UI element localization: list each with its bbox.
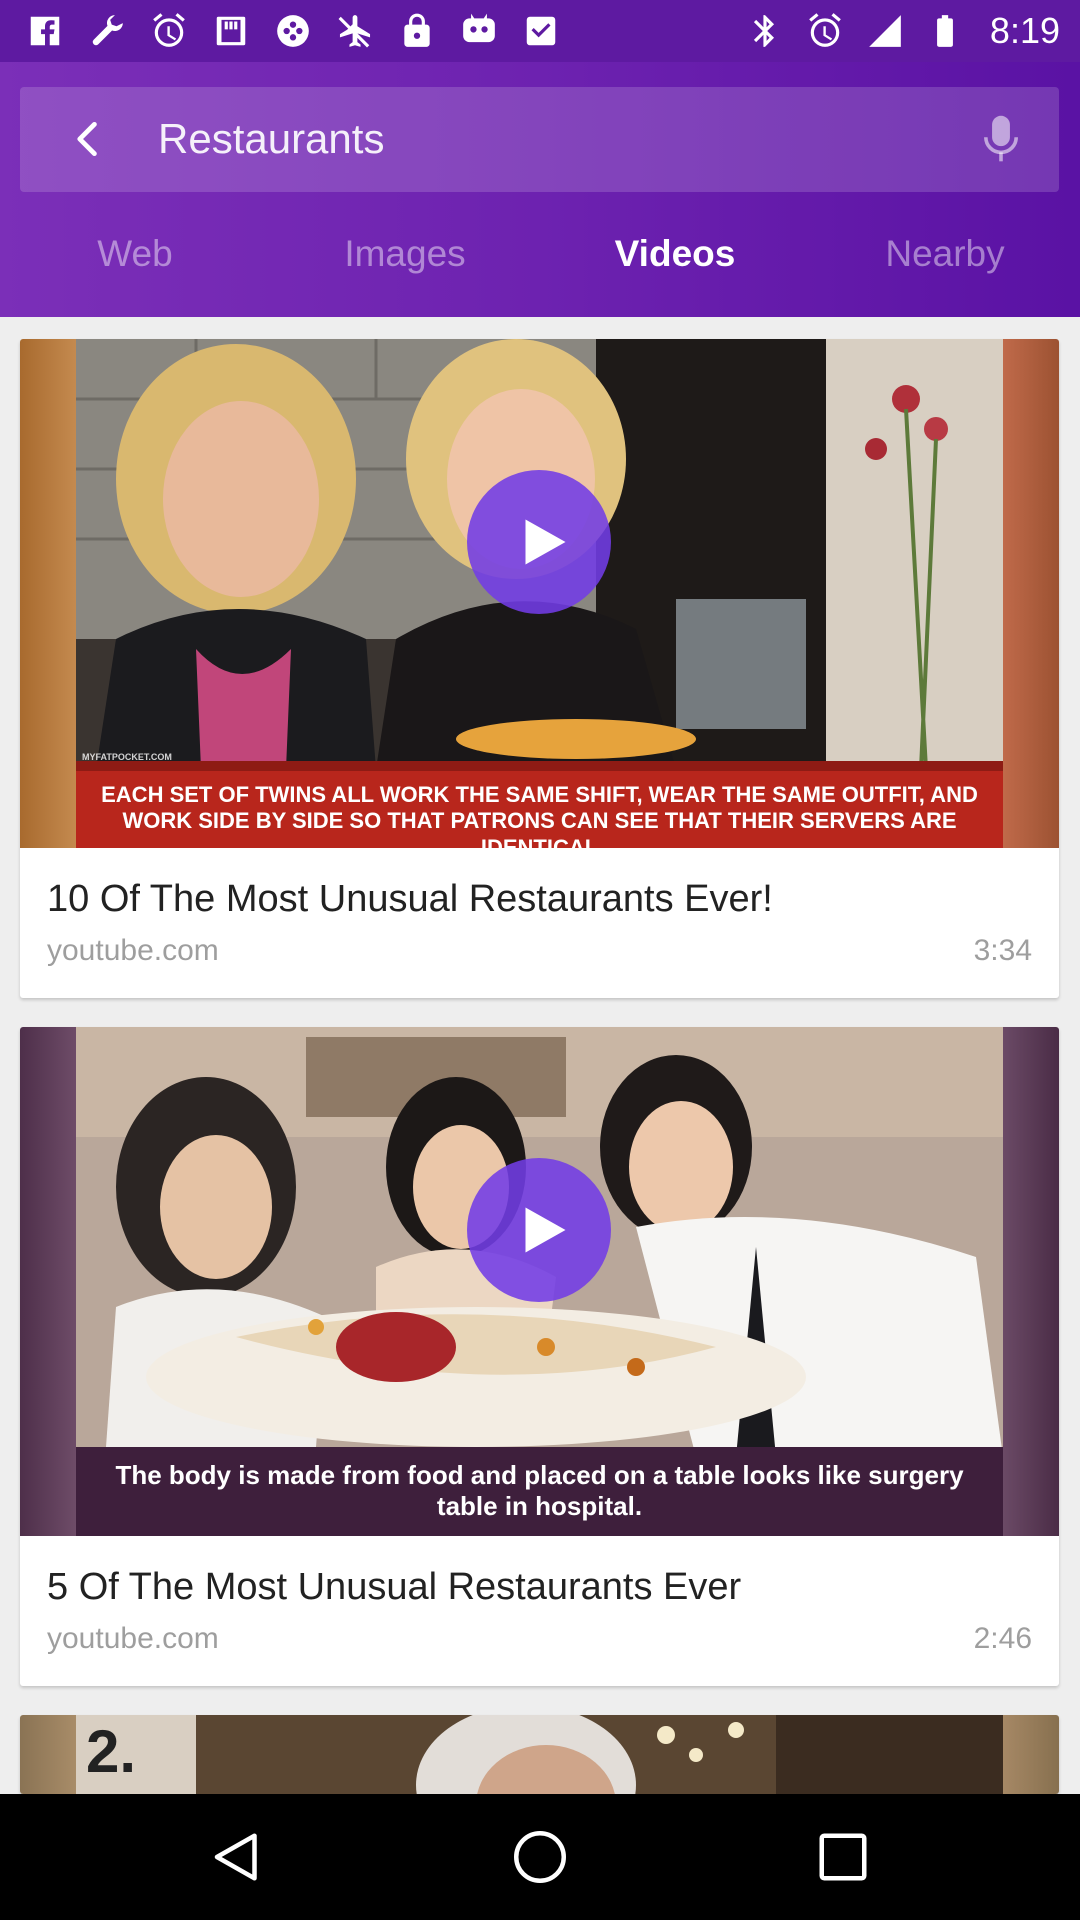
system-nav-bar: [0, 1794, 1080, 1920]
thumbnail-watermark: MYFATPOCKET.COM: [82, 752, 172, 762]
video-result-card[interactable]: 2.: [20, 1715, 1059, 1794]
inbox-icon: [520, 10, 562, 52]
tab-images[interactable]: Images: [270, 222, 540, 302]
recents-nav-button[interactable]: [813, 1827, 873, 1887]
chevron-left-icon: [77, 121, 97, 157]
tab-videos[interactable]: Videos: [540, 222, 810, 302]
signal-icon: [864, 10, 906, 52]
video-title[interactable]: 5 Of The Most Unusual Restaurants Ever: [47, 1566, 741, 1609]
tab-web[interactable]: Web: [0, 222, 270, 302]
search-input[interactable]: Restaurants: [158, 115, 384, 163]
video-thumbnail[interactable]: 2.: [20, 1715, 1059, 1794]
wrench-icon: [86, 10, 128, 52]
video-thumbnail[interactable]: The body is made from food and placed on…: [20, 1027, 1059, 1536]
tab-nearby[interactable]: Nearby: [810, 222, 1080, 302]
thumbnail-number: 2.: [86, 1718, 137, 1785]
video-result-card[interactable]: MYFATPOCKET.COM EACH SET OF TWINS ALL WO…: [20, 339, 1059, 998]
app-header: Restaurants Web Images Videos Nearby: [0, 62, 1080, 317]
back-triangle-icon: [214, 1833, 257, 1881]
video-title[interactable]: 10 Of The Most Unusual Restaurants Ever!: [47, 878, 773, 921]
facebook-icon: [24, 10, 66, 52]
plane-off-icon: [334, 10, 376, 52]
video-source: youtube.com: [47, 934, 219, 967]
alarm-icon: [148, 10, 190, 52]
play-icon: [525, 1207, 566, 1253]
status-bar: 8:19: [0, 0, 1080, 62]
thumbnail-image: 2.: [76, 1715, 1003, 1794]
microphone-icon: [984, 115, 1018, 162]
bluetooth-icon: [744, 10, 786, 52]
video-result-card[interactable]: The body is made from food and placed on…: [20, 1027, 1059, 1686]
search-tabs: Web Images Videos Nearby: [0, 222, 1080, 302]
voice-search-button[interactable]: [971, 109, 1031, 169]
home-circle-icon: [514, 1831, 566, 1883]
play-icon: [525, 519, 566, 565]
video-source: youtube.com: [47, 1622, 219, 1655]
back-button[interactable]: [58, 109, 118, 169]
video-duration: 2:46: [973, 1622, 1032, 1655]
battery-icon: [924, 10, 966, 52]
alarm-icon: [804, 10, 846, 52]
thumbnail-caption: The body is made from food and placed on…: [115, 1460, 964, 1522]
settings-icon: [272, 10, 314, 52]
video-duration: 3:34: [973, 934, 1032, 967]
home-nav-button[interactable]: [510, 1827, 570, 1887]
video-thumbnail[interactable]: MYFATPOCKET.COM EACH SET OF TWINS ALL WO…: [20, 339, 1059, 848]
robot-icon: [458, 10, 500, 52]
lock-icon: [396, 10, 438, 52]
status-clock: 8:19: [989, 10, 1060, 51]
play-button[interactable]: [467, 1158, 611, 1302]
back-nav-button[interactable]: [207, 1827, 267, 1887]
recents-square-icon: [819, 1833, 867, 1881]
instagram-icon: [210, 10, 252, 52]
search-bar[interactable]: Restaurants: [20, 87, 1059, 192]
play-button[interactable]: [467, 470, 611, 614]
thumbnail-caption: EACH SET OF TWINS ALL WORK THE SAME SHIF…: [101, 782, 978, 848]
